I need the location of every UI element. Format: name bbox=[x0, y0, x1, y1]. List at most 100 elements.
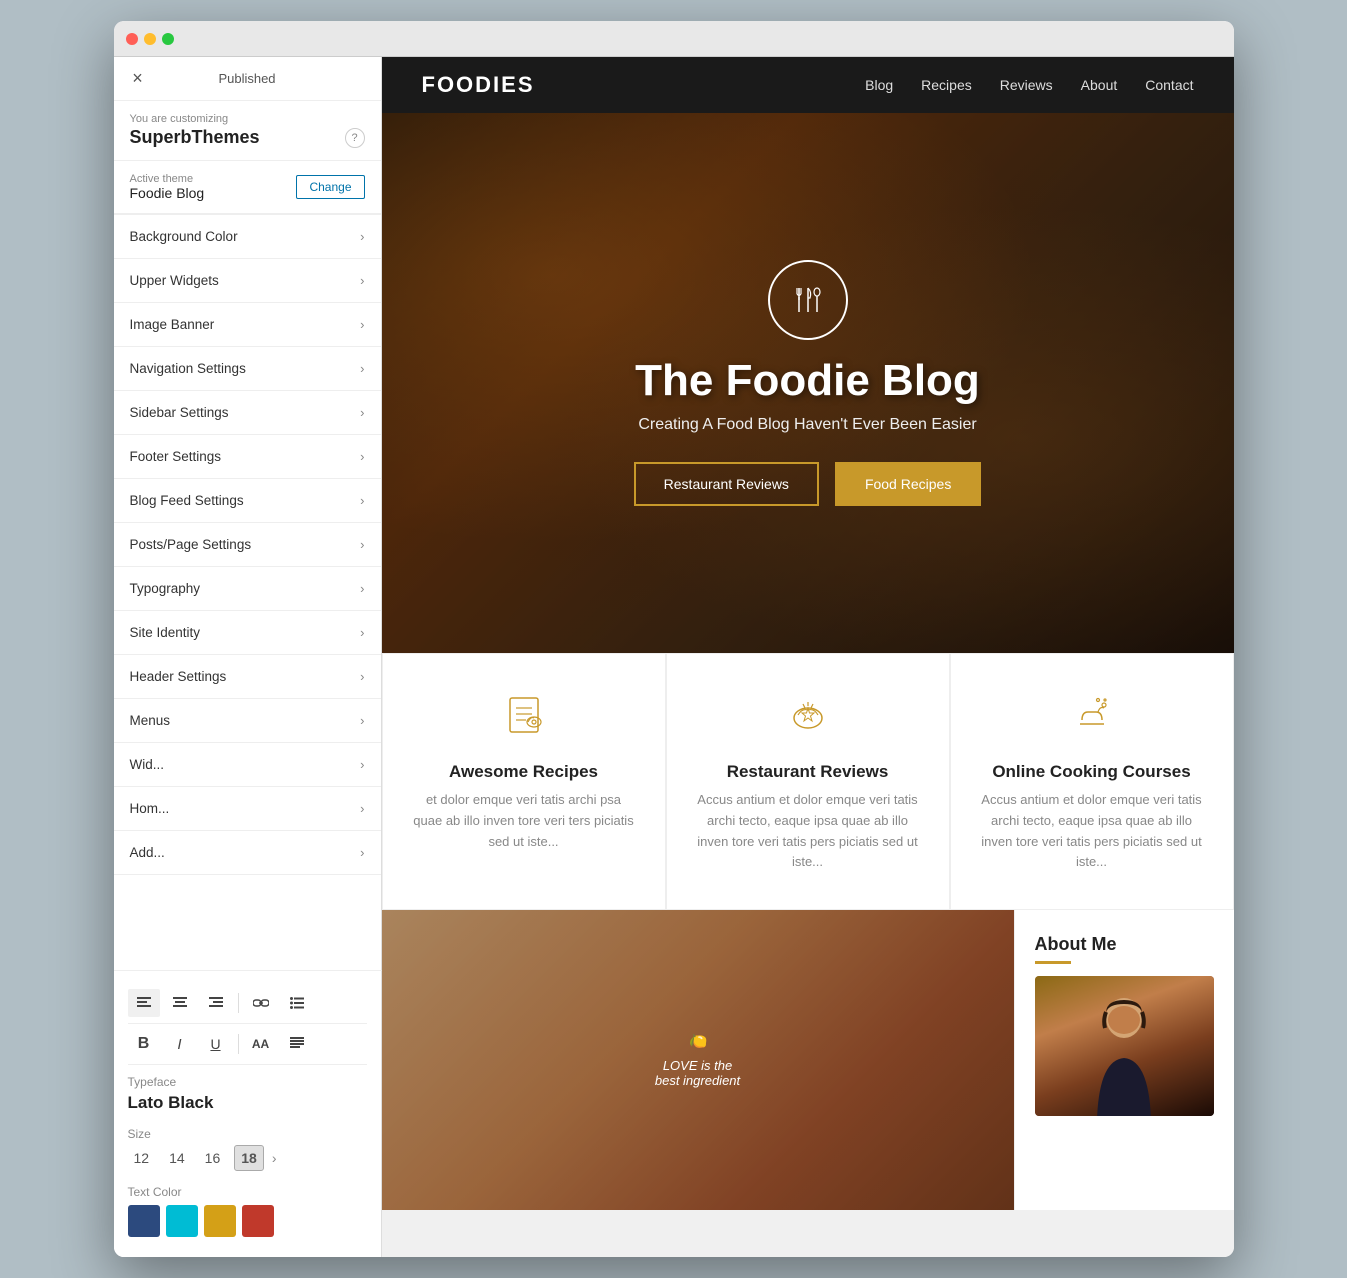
sidebar-item-additional-css[interactable]: Add... › bbox=[114, 831, 381, 875]
blog-image-caption: 🍋 LOVE is thebest ingredient bbox=[639, 1016, 756, 1104]
underline-button[interactable]: U bbox=[200, 1030, 232, 1058]
nav-reviews[interactable]: Reviews bbox=[1000, 77, 1053, 93]
menu-item-label: Header Settings bbox=[130, 669, 227, 684]
sidebar-item-header-settings[interactable]: Header Settings › bbox=[114, 655, 381, 699]
browser-dots bbox=[126, 33, 174, 45]
size-option-18[interactable]: 18 bbox=[234, 1145, 264, 1171]
color-swatch-red[interactable] bbox=[242, 1205, 274, 1237]
size-option-12[interactable]: 12 bbox=[128, 1146, 156, 1170]
size-option-16[interactable]: 16 bbox=[199, 1146, 227, 1170]
alignment-toolbar-row bbox=[128, 983, 367, 1024]
align-center-button[interactable] bbox=[164, 989, 196, 1017]
bold-button[interactable]: B bbox=[128, 1030, 160, 1058]
close-button[interactable]: × bbox=[126, 67, 150, 91]
menu-item-label: Posts/Page Settings bbox=[130, 537, 252, 552]
chevron-right-icon: › bbox=[360, 845, 364, 860]
browser-chrome bbox=[114, 21, 1234, 57]
close-dot[interactable] bbox=[126, 33, 138, 45]
sidebar-item-widgets[interactable]: Wid... › bbox=[114, 743, 381, 787]
customizing-section: You are customizing SuperbThemes ? bbox=[114, 101, 381, 161]
customizer-panel: × Published You are customizing SuperbTh… bbox=[114, 57, 382, 1257]
color-swatch-navy[interactable] bbox=[128, 1205, 160, 1237]
feature-title-3: Online Cooking Courses bbox=[979, 762, 1205, 782]
blog-post-image: 🍋 LOVE is thebest ingredient bbox=[382, 910, 1014, 1210]
color-swatch-cyan[interactable] bbox=[166, 1205, 198, 1237]
aa-button[interactable]: AA bbox=[245, 1030, 277, 1058]
sidebar-item-homepage-settings[interactable]: Hom... › bbox=[114, 787, 381, 831]
color-swatches bbox=[128, 1205, 367, 1237]
list-button[interactable] bbox=[281, 989, 313, 1017]
paragraph-button[interactable] bbox=[281, 1030, 313, 1058]
lower-section: 🍋 LOVE is thebest ingredient About Me bbox=[382, 910, 1234, 1210]
typeface-section: Typeface Lato Black bbox=[128, 1065, 367, 1119]
chevron-right-icon: › bbox=[360, 493, 364, 508]
menu-item-label: Image Banner bbox=[130, 317, 215, 332]
change-theme-button[interactable]: Change bbox=[296, 175, 364, 199]
typeface-label: Typeface bbox=[128, 1075, 367, 1089]
size-more-button[interactable]: › bbox=[272, 1150, 277, 1166]
menu-item-label: Footer Settings bbox=[130, 449, 222, 464]
feature-title-2: Restaurant Reviews bbox=[695, 762, 921, 782]
panel-top-bar: × Published bbox=[114, 57, 381, 101]
menu-item-label: Menus bbox=[130, 713, 171, 728]
chevron-right-icon: › bbox=[360, 669, 364, 684]
align-left-button[interactable] bbox=[128, 989, 160, 1017]
site-preview: FOODIES Blog Recipes Reviews About Conta… bbox=[382, 57, 1234, 1210]
browser-window: × Published You are customizing SuperbTh… bbox=[114, 21, 1234, 1257]
help-icon[interactable]: ? bbox=[345, 128, 365, 148]
sidebar-item-navigation-settings[interactable]: Navigation Settings › bbox=[114, 347, 381, 391]
food-recipes-button[interactable]: Food Recipes bbox=[835, 462, 981, 506]
sidebar-item-image-banner[interactable]: Image Banner › bbox=[114, 303, 381, 347]
chevron-right-icon: › bbox=[360, 405, 364, 420]
main-layout: × Published You are customizing SuperbTh… bbox=[114, 57, 1234, 1257]
minimize-dot[interactable] bbox=[144, 33, 156, 45]
menu-item-label: Typography bbox=[130, 581, 201, 596]
size-options: 12 14 16 18 › bbox=[128, 1145, 367, 1171]
italic-button[interactable]: I bbox=[164, 1030, 196, 1058]
site-logo: FOODIES bbox=[422, 72, 535, 98]
reviews-icon bbox=[695, 690, 921, 748]
menu-item-label: Upper Widgets bbox=[130, 273, 219, 288]
sidebar-item-upper-widgets[interactable]: Upper Widgets › bbox=[114, 259, 381, 303]
sidebar-item-site-identity[interactable]: Site Identity › bbox=[114, 611, 381, 655]
nav-about[interactable]: About bbox=[1081, 77, 1118, 93]
sidebar-item-sidebar-settings[interactable]: Sidebar Settings › bbox=[114, 391, 381, 435]
chevron-right-icon: › bbox=[360, 713, 364, 728]
hero-subtitle: Creating A Food Blog Haven't Ever Been E… bbox=[638, 416, 976, 434]
about-me-title: About Me bbox=[1035, 934, 1214, 955]
feature-card-recipes: Awesome Recipes et dolor emque veri tati… bbox=[382, 653, 666, 910]
toolbar-divider2 bbox=[238, 1034, 239, 1054]
color-swatch-gold[interactable] bbox=[204, 1205, 236, 1237]
hero-section: The Foodie Blog Creating A Food Blog Hav… bbox=[382, 113, 1234, 653]
sidebar-widget: About Me bbox=[1014, 910, 1234, 1210]
customizing-name: SuperbThemes bbox=[130, 127, 260, 148]
sidebar-item-typography[interactable]: Typography › bbox=[114, 567, 381, 611]
sidebar-item-menus[interactable]: Menus › bbox=[114, 699, 381, 743]
chevron-right-icon: › bbox=[360, 361, 364, 376]
nav-blog[interactable]: Blog bbox=[865, 77, 893, 93]
chevron-right-icon: › bbox=[360, 229, 364, 244]
feature-text-1: et dolor emque veri tatis archi psa quae… bbox=[411, 790, 637, 852]
link-button[interactable] bbox=[245, 989, 277, 1017]
hero-buttons: Restaurant Reviews Food Recipes bbox=[634, 462, 982, 506]
site-header: FOODIES Blog Recipes Reviews About Conta… bbox=[382, 57, 1234, 113]
maximize-dot[interactable] bbox=[162, 33, 174, 45]
typography-popover: B I U AA Typeface Lato Black Size bbox=[114, 970, 382, 1257]
about-me-underline bbox=[1035, 961, 1071, 964]
chevron-right-icon: › bbox=[360, 581, 364, 596]
sidebar-item-background-color[interactable]: Background Color › bbox=[114, 215, 381, 259]
menu-item-label: Wid... bbox=[130, 757, 165, 772]
size-option-14[interactable]: 14 bbox=[163, 1146, 191, 1170]
restaurant-reviews-button[interactable]: Restaurant Reviews bbox=[634, 462, 819, 506]
customizing-label: You are customizing bbox=[130, 113, 365, 125]
sidebar-item-blog-feed-settings[interactable]: Blog Feed Settings › bbox=[114, 479, 381, 523]
align-right-button[interactable] bbox=[200, 989, 232, 1017]
menu-item-label: Add... bbox=[130, 845, 165, 860]
format-toolbar-row: B I U AA bbox=[128, 1024, 367, 1065]
nav-contact[interactable]: Contact bbox=[1145, 77, 1193, 93]
nav-recipes[interactable]: Recipes bbox=[921, 77, 972, 93]
active-theme-label: Active theme bbox=[130, 173, 205, 185]
sidebar-item-posts-page-settings[interactable]: Posts/Page Settings › bbox=[114, 523, 381, 567]
sidebar-item-footer-settings[interactable]: Footer Settings › bbox=[114, 435, 381, 479]
menu-item-label: Blog Feed Settings bbox=[130, 493, 244, 508]
